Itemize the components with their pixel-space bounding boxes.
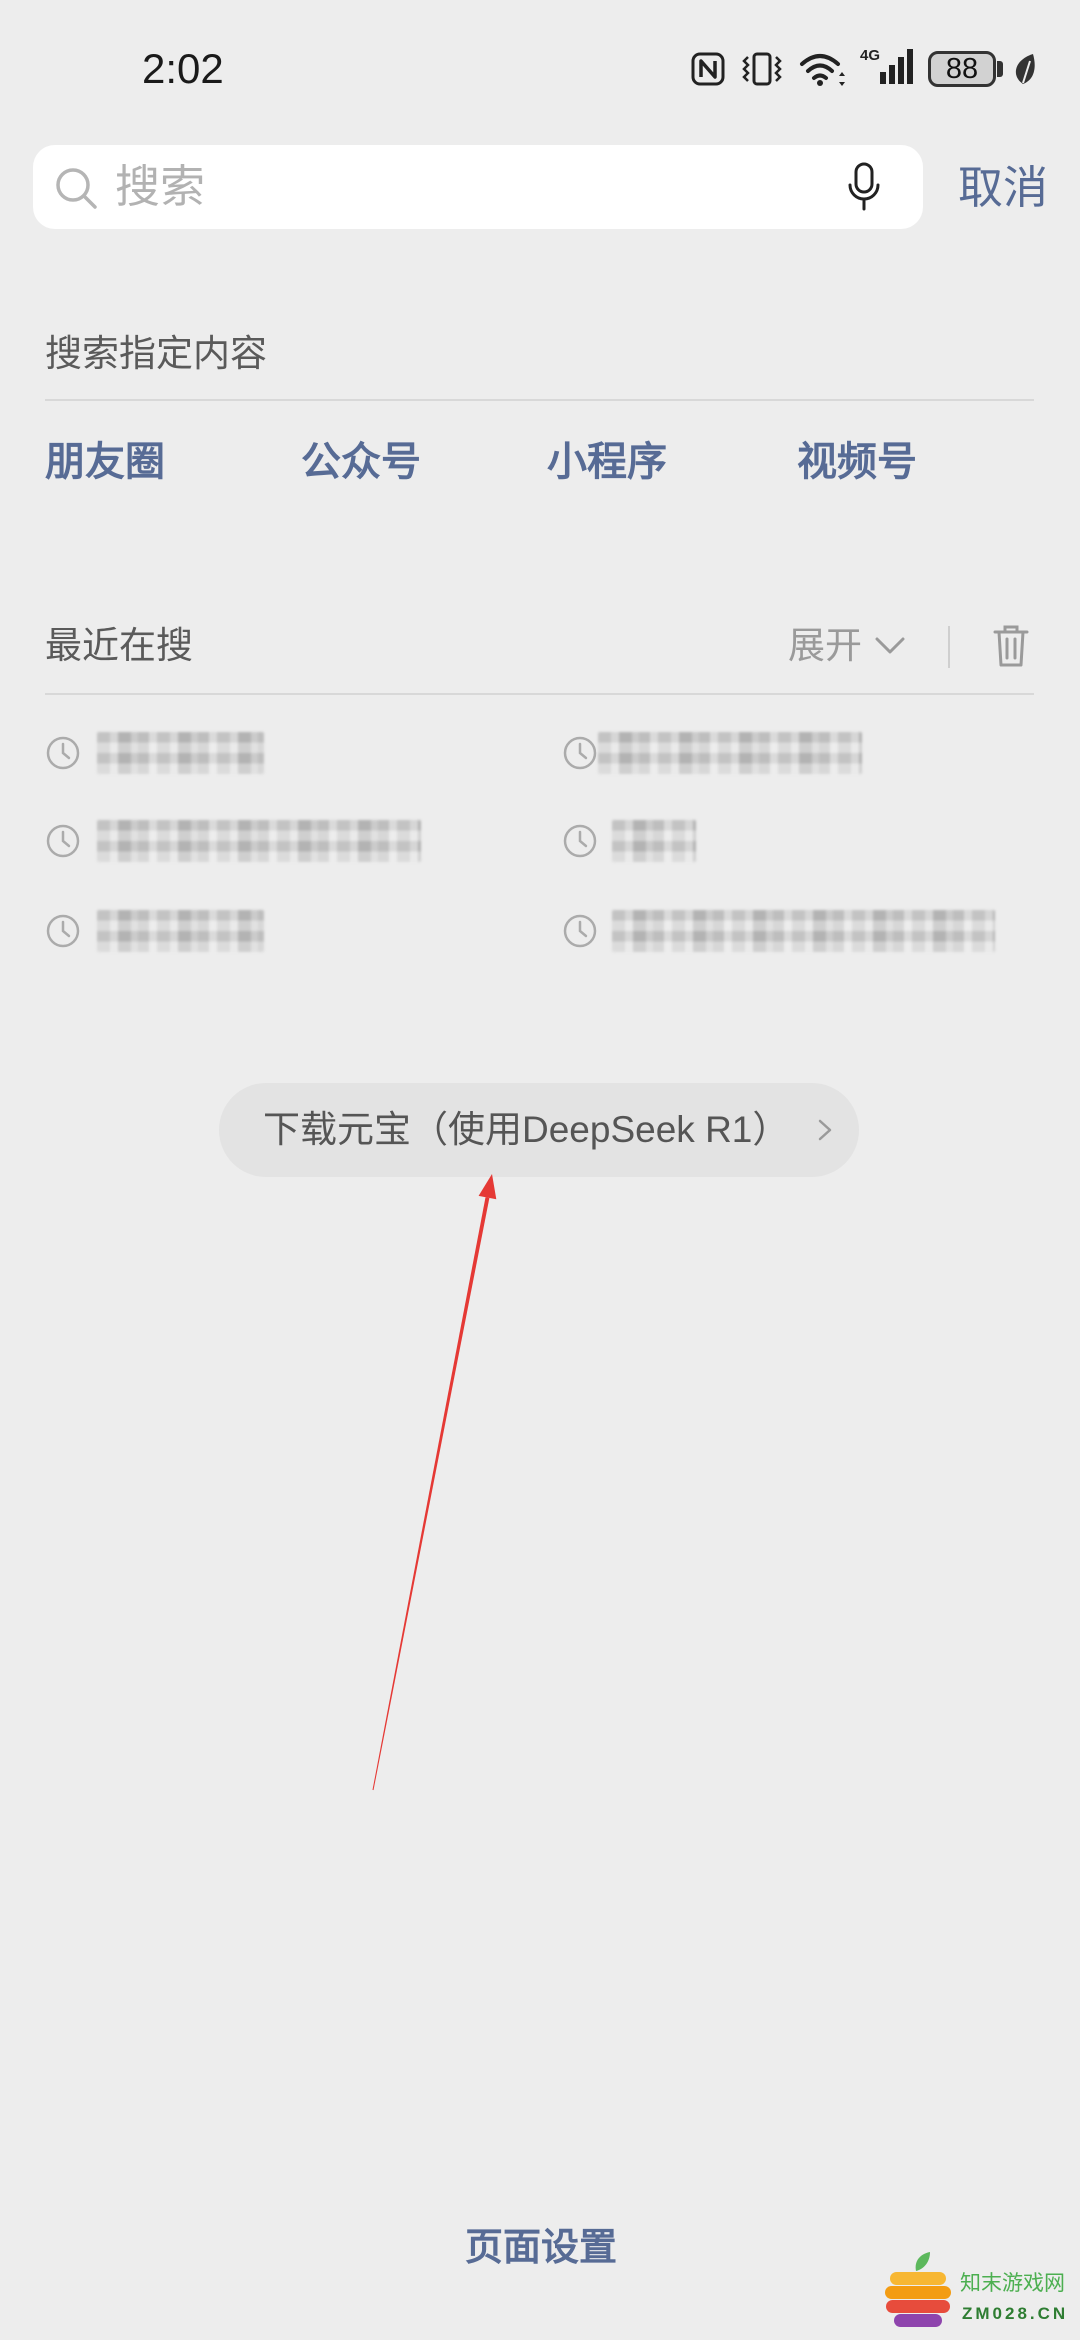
nfc-icon — [691, 52, 725, 86]
leaf-icon — [1015, 54, 1035, 84]
page-settings-link[interactable]: 页面设置 — [441, 2226, 641, 2270]
watermark-logo — [885, 2252, 951, 2327]
recent-search-item[interactable] — [562, 811, 1034, 871]
divider — [45, 693, 1034, 695]
recent-search-item[interactable] — [45, 901, 505, 961]
promo-label: 下载元宝（使用DeepSeek R1） — [263, 1109, 790, 1150]
recent-search-item[interactable] — [562, 901, 1034, 961]
signal-icon: 4G — [860, 47, 913, 84]
clock-icon — [46, 824, 80, 858]
recent-search-text-redacted — [598, 732, 862, 774]
divider — [45, 399, 1034, 401]
search-bar[interactable] — [33, 145, 923, 229]
wifi-icon — [800, 54, 845, 86]
search-input[interactable] — [115, 145, 805, 229]
recent-search-item[interactable] — [45, 811, 505, 871]
clock-icon — [46, 736, 80, 770]
annotation-arrow-shaft — [372, 1197, 490, 1791]
clear-history-button[interactable] — [992, 624, 1030, 668]
clock-icon — [563, 736, 597, 770]
clock-icon — [46, 914, 80, 948]
recent-search-text-redacted — [612, 820, 696, 862]
chevron-right-icon — [818, 1119, 832, 1141]
status-time: 2:02 — [142, 45, 224, 92]
chevron-down-icon — [875, 637, 905, 654]
expand-label: 展开 — [788, 625, 862, 666]
vibrate-icon — [742, 52, 782, 86]
vertical-divider — [948, 626, 950, 668]
search-icon — [56, 168, 97, 209]
watermark-domain: ZM028.CN — [962, 2304, 1069, 2323]
clock-icon — [563, 824, 597, 858]
clock-icon — [563, 914, 597, 948]
microphone-icon[interactable] — [844, 161, 884, 215]
category-mini-programs[interactable]: 小程序 — [547, 440, 667, 484]
annotation-arrow-head — [478, 1174, 497, 1200]
recent-search-text-redacted — [97, 732, 264, 774]
cancel-button[interactable]: 取消 — [958, 160, 1048, 216]
recent-search-item[interactable] — [562, 723, 1034, 783]
watermark-name: 知末游戏网 — [960, 2272, 1065, 2295]
recent-searches-title: 最近在搜 — [45, 625, 193, 666]
battery-cap — [997, 61, 1003, 77]
recent-search-text-redacted — [97, 910, 264, 952]
specified-content-title: 搜索指定内容 — [45, 333, 267, 374]
category-moments[interactable]: 朋友圈 — [45, 440, 165, 484]
battery-level: 88 — [945, 53, 979, 85]
network-type: 4G — [860, 47, 880, 64]
category-channels[interactable]: 视频号 — [797, 440, 917, 484]
trash-icon — [993, 625, 1029, 667]
expand-button[interactable]: 展开 — [788, 624, 906, 668]
category-official-accounts[interactable]: 公众号 — [301, 440, 421, 484]
battery-icon: 88 — [928, 51, 996, 87]
recent-search-item[interactable] — [45, 723, 505, 783]
recent-search-text-redacted — [97, 820, 421, 862]
download-yuanbao-button[interactable]: 下载元宝（使用DeepSeek R1） — [219, 1083, 859, 1177]
recent-search-text-redacted — [612, 910, 995, 952]
